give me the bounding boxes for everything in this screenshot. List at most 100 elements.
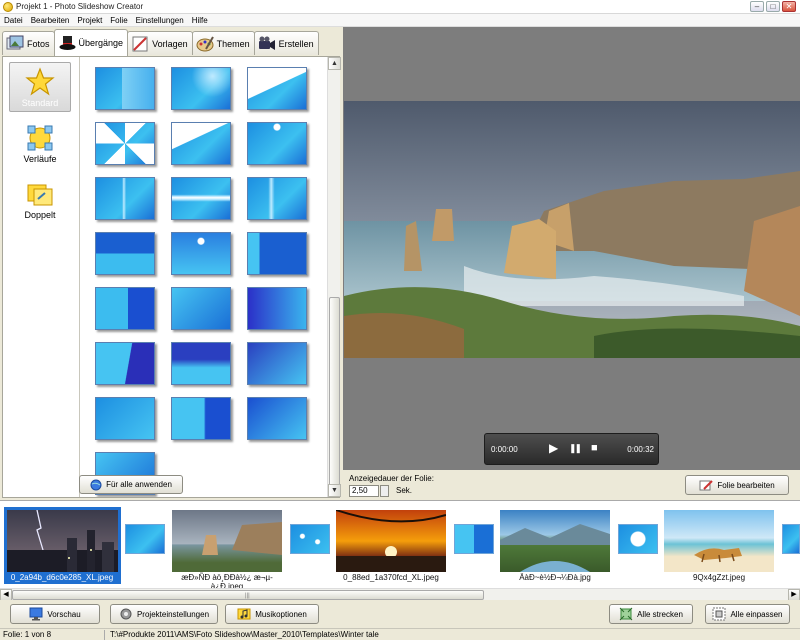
transition-thumb[interactable] — [247, 177, 307, 220]
current-time: 0:00:00 — [491, 445, 518, 454]
filmstrip-scrollbar[interactable]: ◀ ||| ▶ — [0, 588, 800, 601]
edit-slide-button[interactable]: Folie bearbeiten — [685, 475, 789, 495]
globe-icon — [90, 479, 102, 490]
scroll-up-button[interactable]: ▲ — [328, 57, 341, 70]
transitions-pane: Standard Verläufe Doppelt ▲ ▼ — [2, 56, 341, 498]
slide-filename: 0_2a94b_d6c0e285_XL.jpeg — [10, 573, 114, 582]
transition-thumb[interactable] — [171, 287, 231, 330]
play-button[interactable]: ▶ — [549, 441, 558, 455]
transition-thumb[interactable] — [171, 232, 231, 275]
transition-thumb[interactable] — [171, 177, 231, 220]
music-options-label: Musikoptionen — [255, 609, 307, 619]
star-icon — [25, 67, 55, 97]
transition-thumb[interactable] — [247, 122, 307, 165]
category-label: Standard — [21, 98, 59, 108]
close-button[interactable]: ✕ — [782, 1, 796, 12]
stretch-all-button[interactable]: Alle strecken — [609, 604, 693, 624]
category-gradients[interactable]: Verläufe — [9, 119, 71, 169]
transition-thumb[interactable] — [95, 342, 155, 385]
preview-photo — [344, 101, 800, 358]
project-settings-button[interactable]: Projekteinstellungen — [110, 604, 218, 624]
transition-thumb[interactable] — [171, 67, 231, 110]
menu-file[interactable]: Datei — [0, 16, 27, 25]
duration-unit: Sek. — [396, 486, 413, 495]
transition-thumb[interactable] — [95, 67, 155, 110]
playback-controls: 0:00:00 ▶ ❚❚ ■ 0:00:32 — [484, 433, 659, 465]
tab-transitions[interactable]: Übergänge — [53, 29, 129, 56]
stretch-icon — [619, 607, 633, 621]
category-standard[interactable]: Standard — [9, 62, 71, 112]
grip-icon: ||| — [245, 593, 250, 599]
filmstrip-slide[interactable]: 0_88ed_1a370fcd_XL.jpeg — [336, 507, 448, 584]
duration-spinner[interactable] — [380, 485, 389, 497]
filmstrip-slide[interactable]: æÐ»ÑÐ àö¸ÐÐà½¿ æ¬µ­à¿Ð.jpeg — [172, 507, 284, 591]
transition-thumb[interactable] — [171, 397, 231, 440]
music-icon — [237, 608, 251, 620]
transition-thumb[interactable] — [95, 397, 155, 440]
filmstrip-transition[interactable] — [290, 524, 330, 554]
transition-thumb[interactable] — [247, 67, 307, 110]
templates-icon — [131, 35, 149, 53]
transition-thumb[interactable] — [247, 232, 307, 275]
stop-button[interactable]: ■ — [591, 442, 598, 454]
slide-filename: 0_88ed_1a370fcd_XL.jpeg — [343, 573, 439, 582]
duration-input[interactable]: 2,50 — [349, 485, 379, 497]
transition-thumb[interactable] — [95, 287, 155, 330]
transition-thumb[interactable] — [171, 342, 231, 385]
edit-slide-icon — [699, 480, 714, 491]
filmstrip-slide[interactable]: 0_2a94b_d6c0e285_XL.jpeg — [4, 507, 121, 584]
scroll-thumb[interactable] — [329, 297, 340, 492]
transition-categories: Standard Verläufe Doppelt — [3, 57, 80, 497]
transition-thumb[interactable] — [95, 232, 155, 275]
tab-photos[interactable]: Fotos — [2, 31, 55, 55]
apply-to-all-label: Für alle anwenden — [106, 480, 172, 489]
tab-label: Erstellen — [278, 38, 314, 49]
edit-slide-label: Folie bearbeiten — [717, 480, 775, 490]
filmstrip-slide[interactable]: 9Qx4gZzt.jpeg — [664, 507, 776, 584]
filmstrip-slide[interactable]: ÄàÐ~è½Ð¬¼Ðà.jpg — [500, 507, 612, 584]
preview-button[interactable]: Vorschau — [10, 604, 100, 624]
maximize-button[interactable]: □ — [766, 1, 780, 12]
tab-themes[interactable]: Themen — [191, 31, 255, 55]
transition-thumb[interactable] — [247, 287, 307, 330]
filmstrip-transition[interactable] — [125, 524, 165, 554]
transition-thumb[interactable] — [95, 122, 155, 165]
gear-icon — [120, 608, 132, 620]
transition-thumb[interactable] — [247, 342, 307, 385]
menu-project[interactable]: Projekt — [73, 16, 106, 25]
gallery-scrollbar[interactable]: ▲ ▼ — [327, 57, 341, 497]
menu-edit[interactable]: Bearbeiten — [27, 16, 74, 25]
category-double[interactable]: Doppelt — [9, 175, 71, 225]
left-panel: Fotos Übergänge Vorlagen Themen Erstelle… — [0, 27, 343, 500]
filmstrip-transition[interactable] — [618, 524, 658, 554]
filmstrip-transition[interactable] — [454, 524, 494, 554]
palette-icon — [196, 35, 214, 53]
minimize-button[interactable]: – — [750, 1, 764, 12]
filmstrip: 0_2a94b_d6c0e285_XL.jpeg æÐ»ÑÐ àö¸ÐÐà½¿ … — [0, 500, 800, 601]
menu-settings[interactable]: Einstellungen — [132, 16, 188, 25]
transition-thumb[interactable] — [171, 122, 231, 165]
template-path: T:\#Produkte 2011\AMS\Foto Slideshow\Mas… — [110, 630, 379, 639]
transition-thumb[interactable] — [95, 177, 155, 220]
video-camera-icon — [258, 35, 276, 53]
transition-thumb[interactable] — [247, 397, 307, 440]
status-separator — [104, 630, 105, 640]
tab-bar: Fotos Übergänge Vorlagen Themen Erstelle… — [2, 29, 319, 56]
filmstrip-transition[interactable] — [782, 524, 800, 554]
fit-all-button[interactable]: Alle einpassen — [705, 604, 790, 624]
slide-thumbnail — [7, 510, 118, 572]
slide-counter: Folie: 1 von 8 — [3, 630, 52, 639]
menu-slide[interactable]: Folie — [106, 16, 131, 25]
tab-templates[interactable]: Vorlagen — [127, 31, 193, 55]
project-settings-label: Projekteinstellungen — [136, 609, 210, 619]
menu-help[interactable]: Hilfe — [188, 16, 212, 25]
menu-bar: Datei Bearbeiten Projekt Folie Einstellu… — [0, 14, 800, 27]
filmstrip-scroll-thumb[interactable]: ||| — [12, 590, 484, 600]
music-options-button[interactable]: Musikoptionen — [225, 604, 319, 624]
pause-button[interactable]: ❚❚ — [569, 443, 582, 454]
transition-gallery — [81, 57, 327, 497]
apply-to-all-button[interactable]: Für alle anwenden — [79, 475, 183, 494]
status-bar: Folie: 1 von 8 T:\#Produkte 2011\AMS\Fot… — [0, 628, 800, 640]
tab-create[interactable]: Erstellen — [253, 31, 319, 55]
scroll-down-button[interactable]: ▼ — [328, 484, 341, 497]
